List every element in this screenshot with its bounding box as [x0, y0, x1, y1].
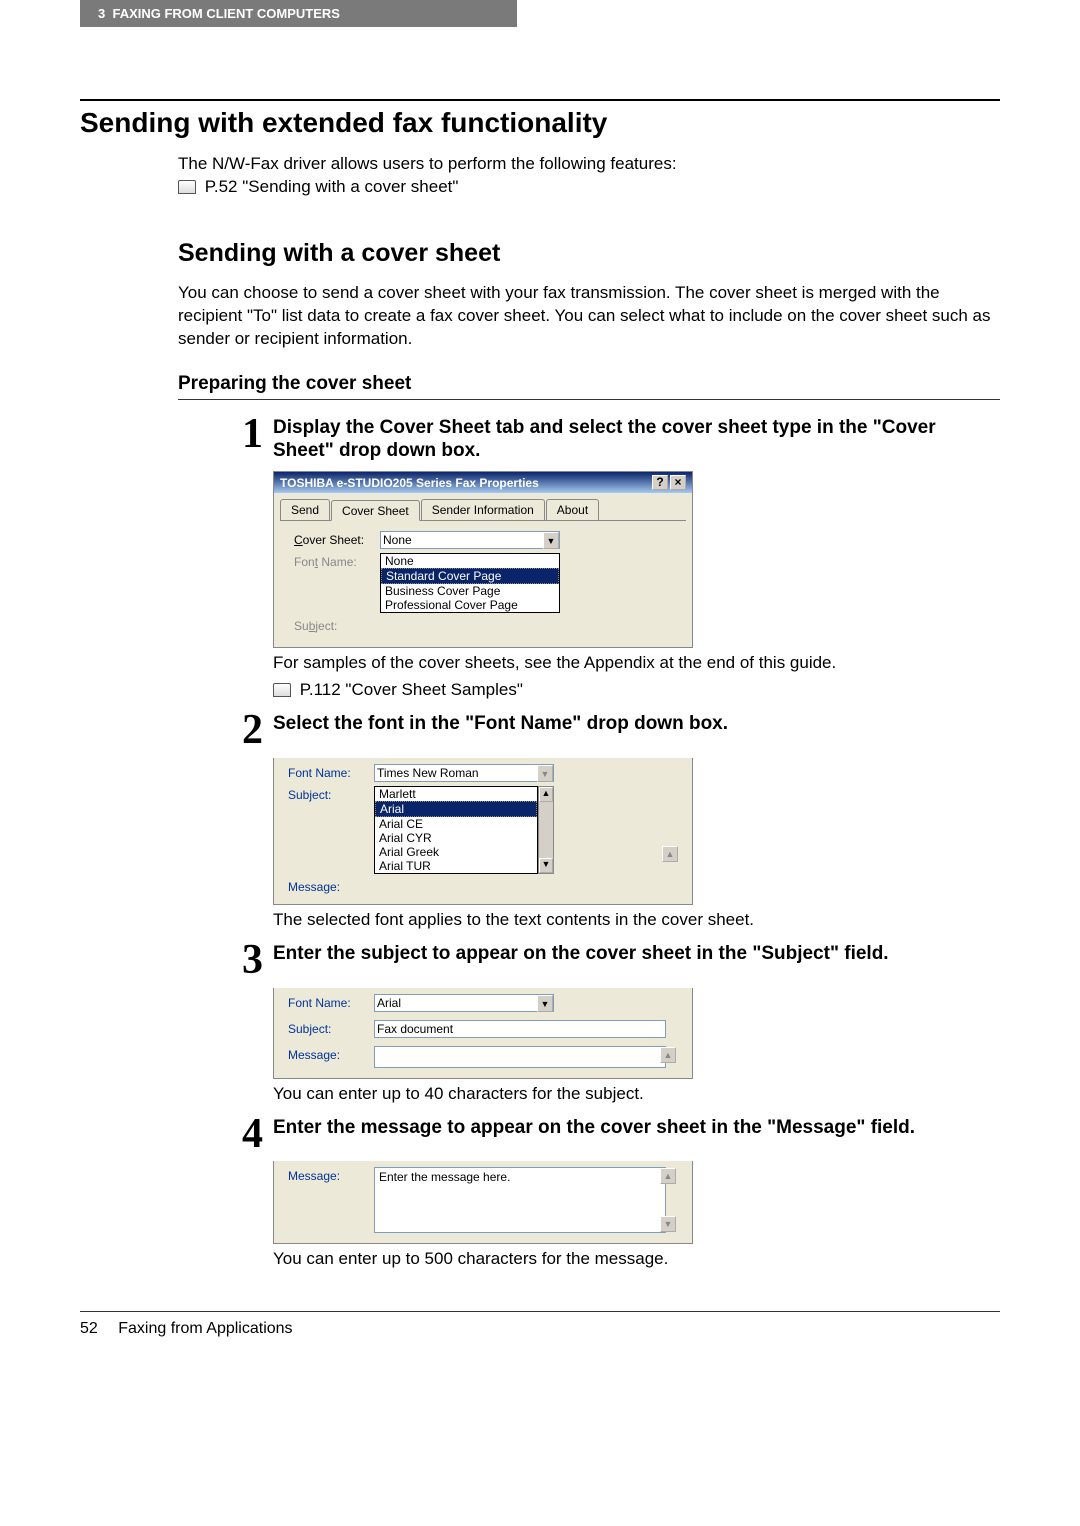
note-4: You can enter up to 500 characters for t… — [273, 1248, 1000, 1271]
step-1-text: Display the Cover Sheet tab and select t… — [273, 416, 1000, 464]
section-title-h1: Sending with extended fax functionality — [80, 107, 1000, 139]
intro-block: The N/W-Fax driver allows users to perfo… — [178, 153, 1000, 199]
label-subject: Subject: — [288, 1020, 374, 1036]
chapter-header: 3 FAXING FROM CLIENT COMPUTERS — [80, 0, 517, 27]
figure-2: Font Name: ▼ Subject: Marlett Arial Aria… — [273, 758, 1000, 905]
input-message-preview[interactable] — [374, 1046, 666, 1068]
scroll-up-icon[interactable]: ▲ — [660, 1168, 676, 1184]
combo-cover-sheet[interactable]: ▼ — [380, 531, 560, 549]
step-4-number: 4 — [218, 1116, 263, 1154]
book-icon — [273, 683, 291, 697]
footer-section-title: Faxing from Applications — [118, 1320, 292, 1337]
scroll-down-icon[interactable]: ▼ — [660, 1216, 676, 1232]
figure-4: Message: Enter the message here. ▲ ▼ — [273, 1161, 1000, 1244]
section-title-h2: Sending with a cover sheet — [178, 239, 1000, 268]
dialog-cover-sheet-properties: TOSHIBA e-STUDIO205 Series Fax Propertie… — [273, 471, 693, 648]
chevron-down-icon[interactable]: ▼ — [537, 765, 553, 782]
font-dropdown-list[interactable]: Marlett Arial Arial CE Arial CYR Arial G… — [374, 786, 538, 874]
label-message: Message: — [288, 1167, 374, 1183]
dialog-font-fragment: Font Name: ▼ Subject: Marlett Arial Aria… — [273, 758, 693, 905]
combo-font-name-input[interactable] — [374, 764, 554, 782]
label-subject: Subject: — [294, 617, 380, 633]
note-1b: P.112 "Cover Sheet Samples" — [300, 680, 523, 699]
input-subject[interactable] — [374, 1020, 666, 1038]
combo-font-name[interactable]: ▼ — [374, 994, 554, 1012]
tab-row: Send Cover Sheet Sender Information Abou… — [280, 499, 686, 521]
intro-line: The N/W-Fax driver allows users to perfo… — [178, 153, 1000, 176]
note-2: The selected font applies to the text co… — [273, 909, 1000, 932]
step-2: 2 Select the font in the "Font Name" dro… — [80, 712, 1000, 750]
option-none[interactable]: None — [381, 554, 559, 568]
tab-sender-information[interactable]: Sender Information — [421, 499, 545, 520]
option-arial-cyr[interactable]: Arial CYR — [375, 831, 537, 845]
dialog-titlebar: TOSHIBA e-STUDIO205 Series Fax Propertie… — [274, 472, 692, 493]
option-arial-ce[interactable]: Arial CE — [375, 817, 537, 831]
option-business-cover-page[interactable]: Business Cover Page — [381, 584, 559, 598]
dialog-title-text: TOSHIBA e-STUDIO205 Series Fax Propertie… — [280, 476, 539, 490]
label-font-name: Font Name: — [294, 553, 380, 569]
subsection-rule — [178, 399, 1000, 400]
tab-send[interactable]: Send — [280, 499, 330, 520]
chapter-title: FAXING FROM CLIENT COMPUTERS — [112, 6, 340, 21]
figure-3: Font Name: ▼ Subject: Message: ▲ — [273, 988, 1000, 1079]
close-icon[interactable]: × — [670, 475, 686, 490]
chapter-num: 3 — [98, 6, 105, 21]
tab-about[interactable]: About — [546, 499, 599, 520]
option-arial-greek[interactable]: Arial Greek — [375, 845, 537, 859]
label-font-name: Font Name: — [288, 994, 374, 1010]
step-3-number: 3 — [218, 942, 263, 980]
option-professional-cover-page[interactable]: Professional Cover Page — [381, 598, 559, 612]
label-message: Message: — [288, 878, 374, 894]
title-rule — [80, 99, 1000, 101]
help-icon[interactable]: ? — [652, 475, 668, 490]
step-1: 1 Display the Cover Sheet tab and select… — [80, 416, 1000, 464]
cover-sheet-dropdown-list[interactable]: None Standard Cover Page Business Cover … — [380, 553, 560, 613]
step-2-text: Select the font in the "Font Name" drop … — [273, 712, 1000, 736]
step-1-number: 1 — [218, 416, 263, 454]
note-3: You can enter up to 40 characters for th… — [273, 1083, 1000, 1106]
note-1a: For samples of the cover sheets, see the… — [273, 652, 1000, 675]
step-4: 4 Enter the message to appear on the cov… — [80, 1116, 1000, 1154]
tab-cover-sheet[interactable]: Cover Sheet — [331, 500, 420, 521]
option-arial-tur[interactable]: Arial TUR — [375, 859, 537, 873]
option-marlett[interactable]: Marlett — [375, 787, 537, 801]
dropdown-scrollbar[interactable]: ▲ ▼ — [538, 786, 554, 874]
option-standard-cover-page[interactable]: Standard Cover Page — [381, 568, 559, 584]
scroll-up-icon[interactable]: ▲ — [660, 1047, 676, 1063]
page-footer: 52 Faxing from Applications — [80, 1311, 1000, 1338]
label-cover-sheet: Cover Sheet: — [294, 531, 380, 547]
chevron-down-icon[interactable]: ▼ — [537, 995, 553, 1012]
step-3: 3 Enter the subject to appear on the cov… — [80, 942, 1000, 980]
step-2-number: 2 — [218, 712, 263, 750]
option-arial[interactable]: Arial — [375, 801, 537, 817]
label-message: Message: — [288, 1046, 374, 1062]
page-number: 52 — [80, 1320, 98, 1338]
textarea-message[interactable]: Enter the message here. — [374, 1167, 666, 1233]
dialog-subject-fragment: Font Name: ▼ Subject: Message: ▲ — [273, 988, 693, 1079]
book-icon — [178, 180, 196, 194]
label-subject: Subject: — [288, 786, 374, 802]
combo-font-name-input[interactable] — [374, 994, 554, 1012]
subsection-title-h3: Preparing the cover sheet — [178, 373, 1000, 395]
step-3-text: Enter the subject to appear on the cover… — [273, 942, 1000, 966]
combo-cover-sheet-input[interactable] — [380, 531, 560, 549]
combo-font-name[interactable]: ▼ — [374, 764, 554, 782]
figure-1: TOSHIBA e-STUDIO205 Series Fax Propertie… — [273, 471, 1000, 648]
section-paragraph: You can choose to send a cover sheet wit… — [178, 282, 1000, 351]
step-4-text: Enter the message to appear on the cover… — [273, 1116, 1000, 1140]
chevron-down-icon[interactable]: ▼ — [543, 532, 559, 549]
dialog-message-fragment: Message: Enter the message here. ▲ ▼ — [273, 1161, 693, 1244]
label-font-name: Font Name: — [288, 764, 374, 780]
intro-crossref: P.52 "Sending with a cover sheet" — [205, 177, 459, 196]
